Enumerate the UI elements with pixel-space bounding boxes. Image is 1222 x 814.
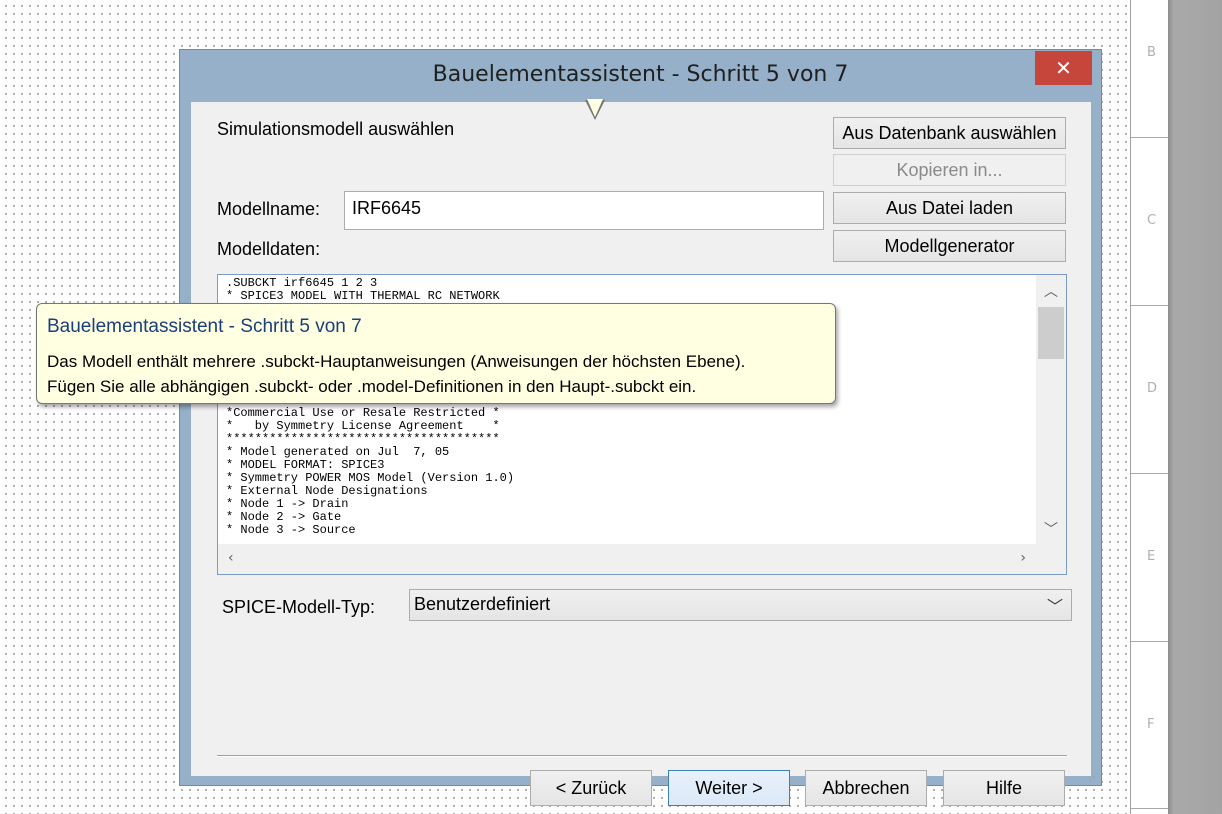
- model-data-line: * MODEL FORMAT: SPICE3: [226, 458, 385, 472]
- component-wizard-dialog: Bauelementassistent - Schritt 5 von 7 ✕ …: [179, 49, 1102, 806]
- spice-type-label: SPICE-Modell-Typ:: [222, 597, 376, 617]
- warning-tooltip: Bauelementassistent - Schritt 5 von 7 Da…: [36, 303, 836, 404]
- model-data-line: * Node 3 -> Source: [226, 523, 356, 537]
- ruler-tick: [1131, 473, 1169, 474]
- ruler-label: B: [1147, 45, 1156, 60]
- back-button[interactable]: < Zurück: [530, 770, 652, 806]
- chevron-down-icon: ﹀: [1046, 599, 1063, 616]
- model-data-line: **************************************: [226, 432, 500, 446]
- model-data-line: * Node 2 -> Gate: [226, 510, 342, 524]
- ruler-tick: [1131, 137, 1169, 138]
- tooltip-pointer-fill: [587, 99, 603, 117]
- close-icon: ✕: [1055, 56, 1072, 80]
- model-generator-button[interactable]: Modellgenerator: [833, 230, 1066, 262]
- load-from-file-button[interactable]: Aus Datei laden: [833, 192, 1066, 224]
- tooltip-line-2: Fügen Sie alle abhängigen .subckt- oder …: [47, 377, 697, 396]
- spice-type-select[interactable]: Benutzerdefiniert ﹀: [409, 589, 1072, 621]
- help-button[interactable]: Hilfe: [943, 770, 1065, 806]
- model-data-line: .SUBCKT irf6645 1 2 3: [226, 276, 378, 290]
- model-data-line: * SPICE3 MODEL WITH THERMAL RC NETWORK: [226, 289, 500, 303]
- model-data-line: * Model generated on Jul 7, 05: [226, 445, 450, 459]
- dialog-title: Bauelementassistent - Schritt 5 von 7: [432, 62, 849, 87]
- ruler-tick: [1131, 305, 1169, 306]
- workspace-border: [1168, 0, 1222, 814]
- cancel-button[interactable]: Abbrechen: [805, 770, 927, 806]
- ruler-label: C: [1147, 213, 1157, 228]
- tooltip-line-1: Das Modell enthält mehrere .subckt-Haupt…: [47, 352, 746, 371]
- model-data-line: * External Node Designations: [226, 484, 428, 498]
- sheet-ruler: B C D E F: [1130, 0, 1169, 814]
- scroll-down-icon[interactable]: ﹀: [1044, 519, 1058, 539]
- tooltip-title: Bauelementassistent - Schritt 5 von 7: [47, 316, 362, 337]
- copy-to-button[interactable]: Kopieren in...: [833, 154, 1066, 186]
- model-data-line: * Symmetry POWER MOS Model (Version 1.0): [226, 471, 515, 485]
- ruler-label: D: [1147, 381, 1158, 396]
- scroll-left-icon[interactable]: ‹: [228, 550, 234, 566]
- dialog-client-area: Simulationsmodell auswählen Aus Datenban…: [191, 102, 1091, 806]
- model-data-line: * by Symmetry License Agreement *: [226, 419, 500, 433]
- vertical-scrollbar[interactable]: ︿ ﹀: [1036, 275, 1066, 544]
- resize-grip-icon[interactable]: ⋰: [1089, 772, 1099, 783]
- scrollbar-thumb[interactable]: [1038, 307, 1064, 359]
- scroll-right-icon[interactable]: ›: [1020, 550, 1026, 566]
- model-data-label: Modelldaten:: [217, 239, 321, 259]
- separator: [217, 755, 1067, 757]
- ruler-tick: [1131, 641, 1169, 642]
- scroll-corner: [1036, 544, 1066, 574]
- ruler-label: F: [1147, 717, 1155, 732]
- tooltip-message: Das Modell enthält mehrere .subckt-Haupt…: [47, 349, 745, 399]
- horizontal-scrollbar[interactable]: ‹ ›: [218, 544, 1036, 574]
- model-data-line: * Node 1 -> Drain: [226, 497, 349, 511]
- model-name-label: Modellname:: [217, 199, 321, 219]
- scroll-up-icon[interactable]: ︿: [1044, 281, 1058, 301]
- select-from-database-button[interactable]: Aus Datenbank auswählen: [833, 117, 1066, 149]
- spice-type-value: Benutzerdefiniert: [414, 594, 551, 614]
- ruler-label: E: [1147, 549, 1156, 564]
- next-button[interactable]: Weiter >: [668, 770, 790, 806]
- ruler-tick: [1131, 808, 1169, 809]
- close-button[interactable]: ✕: [1035, 51, 1092, 85]
- model-name-input[interactable]: IRF6645: [344, 191, 824, 230]
- model-data-line: *Commercial Use or Resale Restricted *: [226, 406, 500, 420]
- section-label: Simulationsmodell auswählen: [217, 119, 455, 139]
